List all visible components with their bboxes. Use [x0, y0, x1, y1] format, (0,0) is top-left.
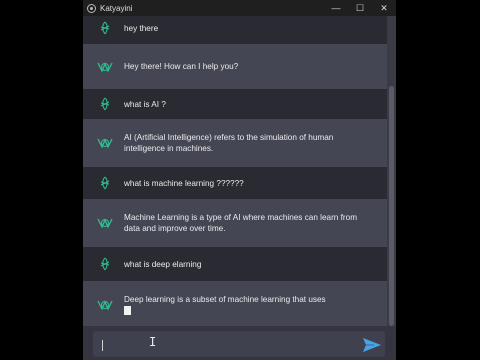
title-bar[interactable]: Katyayini — ☐ ✕ [83, 0, 396, 16]
close-button[interactable]: ✕ [372, 0, 396, 16]
minimize-button[interactable]: — [324, 0, 348, 16]
bot-logo-icon [97, 216, 113, 230]
message-user: what is deep elarning [83, 247, 387, 281]
mouse-ibeam-cursor: I [149, 335, 157, 349]
input-area: I [83, 326, 396, 360]
chat-scrollbar[interactable] [387, 16, 396, 334]
message-bot: Hey there! How can I help you? [83, 44, 387, 89]
user-avatar-icon [97, 257, 113, 271]
text-cursor [102, 340, 103, 351]
message-bot: AI (Artificial Intelligence) refers to t… [83, 119, 387, 167]
bot-logo-icon [97, 298, 113, 312]
user-avatar-icon [97, 176, 113, 190]
maximize-button[interactable]: ☐ [348, 0, 372, 16]
message-text: Deep learning is a subset of machine lea… [124, 295, 326, 304]
typing-cursor [124, 306, 131, 316]
message-user: what is machine learning ?????? [83, 167, 387, 199]
message-user: what is AI ? [83, 89, 387, 119]
user-avatar-icon [97, 21, 113, 35]
bot-logo-icon [97, 60, 113, 74]
scroll-thumb[interactable] [389, 86, 394, 326]
message-text-streaming: Deep learning is a subset of machine lea… [124, 294, 357, 316]
message-text: AI (Artificial Intelligence) refers to t… [124, 133, 334, 153]
message-text: what is machine learning ?????? [124, 178, 244, 188]
screen-background: Katyayini — ☐ ✕ hey there Hey there! How… [0, 0, 480, 360]
message-bot: Machine Learning is a type of AI where m… [83, 199, 387, 247]
message-input[interactable]: I [93, 331, 385, 357]
message-text: hey there [124, 23, 159, 33]
message-text: what is AI ? [124, 99, 166, 109]
message-text: what is deep elarning [124, 259, 202, 269]
message-user: hey there [83, 16, 387, 44]
send-button[interactable] [361, 336, 383, 354]
send-icon [363, 338, 381, 352]
app-icon [87, 3, 96, 13]
message-text: Hey there! How can I help you? [124, 62, 239, 71]
chat-history[interactable]: hey there Hey there! How can I help you?… [83, 16, 387, 326]
user-avatar-icon [97, 97, 113, 111]
message-text: Machine Learning is a type of AI where m… [124, 213, 358, 233]
bot-logo-icon [97, 136, 113, 150]
window-title: Katyayini [100, 3, 133, 13]
app-window: Katyayini — ☐ ✕ hey there Hey there! How… [83, 0, 396, 360]
message-bot: Deep learning is a subset of machine lea… [83, 281, 387, 326]
